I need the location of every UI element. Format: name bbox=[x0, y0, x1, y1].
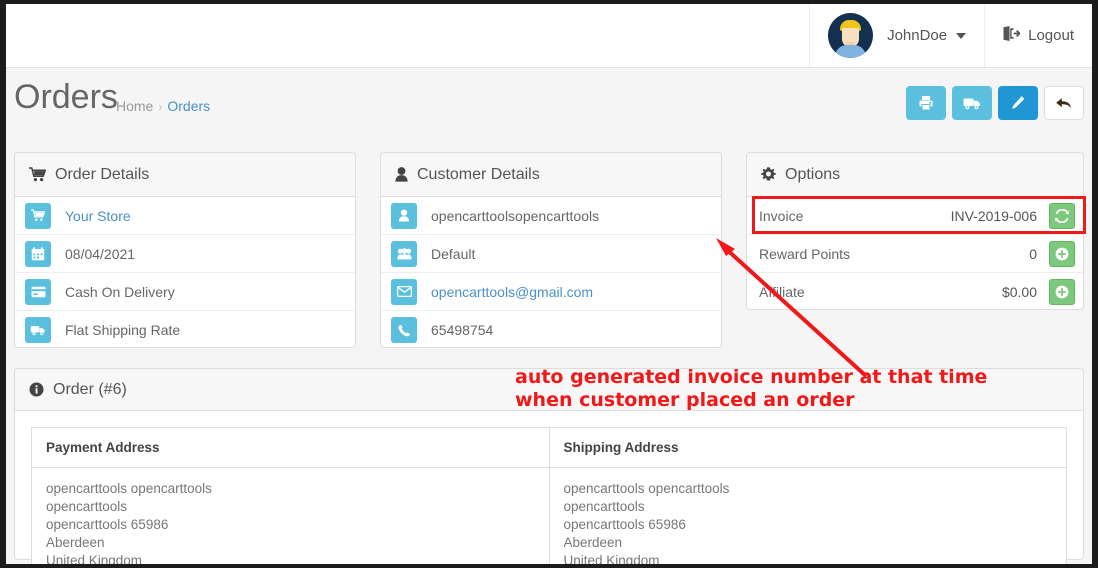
customer-details-header: Customer Details bbox=[381, 153, 721, 197]
option-row-reward-points: Reward Points 0 bbox=[747, 235, 1083, 273]
reward-points-label: Reward Points bbox=[759, 246, 850, 262]
avatar bbox=[828, 13, 873, 58]
credit-card-icon bbox=[25, 279, 51, 305]
shopping-cart-icon bbox=[29, 167, 46, 182]
user-menu[interactable]: JohnDoe bbox=[809, 4, 984, 67]
customer-row-group: Default bbox=[381, 235, 721, 273]
chevron-down-icon[interactable] bbox=[956, 33, 966, 39]
customer-email[interactable]: opencarttools@gmail.com bbox=[431, 284, 593, 300]
logout-label: Logout bbox=[1028, 27, 1074, 44]
breadcrumb-orders[interactable]: Orders bbox=[167, 98, 210, 114]
payment-method: Cash On Delivery bbox=[65, 284, 175, 300]
payment-address-header: Payment Address bbox=[32, 428, 550, 468]
order-detail-row-store: Your Store bbox=[15, 197, 355, 235]
table-row: opencarttools opencarttools opencarttool… bbox=[32, 468, 1067, 565]
users-group-icon bbox=[391, 241, 417, 267]
order-section-title: Order (#6) bbox=[53, 381, 127, 399]
order-details-header: Order Details bbox=[15, 153, 355, 197]
username-label: JohnDoe bbox=[887, 27, 947, 44]
order-detail-row-payment-method: Cash On Delivery bbox=[15, 273, 355, 311]
invoice-label: Invoice bbox=[759, 208, 803, 224]
page-header: Orders Home › Orders bbox=[6, 68, 1092, 134]
options-header: Options bbox=[747, 153, 1083, 197]
page-title: Orders bbox=[14, 78, 118, 117]
navbar-right-group: JohnDoe Logout bbox=[809, 4, 1092, 67]
customer-name: opencarttoolsopencarttools bbox=[431, 208, 599, 224]
user-icon bbox=[391, 203, 417, 229]
reward-points-value: 0 bbox=[1029, 246, 1037, 262]
address-table: Payment Address Shipping Address opencar… bbox=[31, 427, 1067, 564]
options-title: Options bbox=[785, 166, 840, 184]
envelope-icon bbox=[391, 279, 417, 305]
customer-row-phone: 65498754 bbox=[381, 311, 721, 349]
order-details-title: Order Details bbox=[55, 166, 149, 184]
breadcrumb: Home › Orders bbox=[116, 98, 210, 114]
shopping-cart-icon bbox=[25, 203, 51, 229]
annotation-text: auto generated invoice number at that ti… bbox=[515, 366, 987, 412]
store-name[interactable]: Your Store bbox=[65, 208, 131, 224]
truck-icon bbox=[25, 317, 51, 343]
page-action-buttons bbox=[906, 86, 1084, 120]
edit-order-button[interactable] bbox=[998, 86, 1038, 120]
customer-details-panel: Customer Details opencarttoolsopencartto… bbox=[380, 152, 722, 348]
invoice-number: INV-2019-006 bbox=[951, 208, 1037, 224]
info-circle-icon bbox=[29, 382, 44, 397]
truck-icon bbox=[963, 96, 981, 110]
breadcrumb-separator: › bbox=[158, 100, 162, 114]
sign-out-icon bbox=[1003, 26, 1020, 45]
gear-icon bbox=[761, 167, 776, 182]
order-date: 08/04/2021 bbox=[65, 246, 135, 262]
breadcrumb-home[interactable]: Home bbox=[116, 98, 153, 114]
customer-details-title: Customer Details bbox=[417, 166, 540, 184]
print-shipping-list-button[interactable] bbox=[952, 86, 992, 120]
user-icon bbox=[395, 167, 408, 182]
customer-row-name: opencarttoolsopencarttools bbox=[381, 197, 721, 235]
avatar-body bbox=[835, 45, 866, 58]
reply-arrow-icon bbox=[1055, 96, 1073, 111]
shipping-address-header: Shipping Address bbox=[549, 428, 1067, 468]
back-button[interactable] bbox=[1044, 86, 1084, 120]
option-row-invoice: Invoice INV-2019-006 bbox=[747, 197, 1083, 235]
address-table-header-row: Payment Address Shipping Address bbox=[32, 428, 1067, 468]
affiliate-label: Affiliate bbox=[759, 284, 805, 300]
calendar-icon bbox=[25, 241, 51, 267]
generate-invoice-button[interactable] bbox=[1049, 203, 1075, 229]
pencil-icon bbox=[1010, 95, 1026, 111]
print-invoice-button[interactable] bbox=[906, 86, 946, 120]
top-navbar: JohnDoe Logout bbox=[6, 4, 1092, 68]
phone-icon bbox=[391, 317, 417, 343]
shipping-method: Flat Shipping Rate bbox=[65, 322, 180, 338]
avatar-fringe bbox=[841, 21, 860, 28]
customer-group: Default bbox=[431, 246, 475, 262]
add-affiliate-button[interactable] bbox=[1049, 279, 1075, 305]
customer-phone: 65498754 bbox=[431, 322, 493, 338]
order-details-panel: Order Details Your Store bbox=[14, 152, 356, 348]
printer-icon bbox=[918, 95, 934, 111]
option-row-affiliate: Affiliate $0.00 bbox=[747, 273, 1083, 311]
order-detail-row-shipping-method: Flat Shipping Rate bbox=[15, 311, 355, 349]
order-detail-row-date: 08/04/2021 bbox=[15, 235, 355, 273]
logout-button[interactable]: Logout bbox=[984, 4, 1092, 67]
payment-address-value: opencarttools opencarttools opencarttool… bbox=[32, 468, 550, 565]
options-panel: Options Invoice INV-2019-006 Reward Poin… bbox=[746, 152, 1084, 310]
app-window: JohnDoe Logout Orders Home › Orders bbox=[6, 4, 1092, 564]
add-reward-points-button[interactable] bbox=[1049, 241, 1075, 267]
affiliate-value: $0.00 bbox=[1002, 284, 1037, 300]
customer-row-email: opencarttools@gmail.com bbox=[381, 273, 721, 311]
shipping-address-value: opencarttools opencarttools opencarttool… bbox=[549, 468, 1067, 565]
